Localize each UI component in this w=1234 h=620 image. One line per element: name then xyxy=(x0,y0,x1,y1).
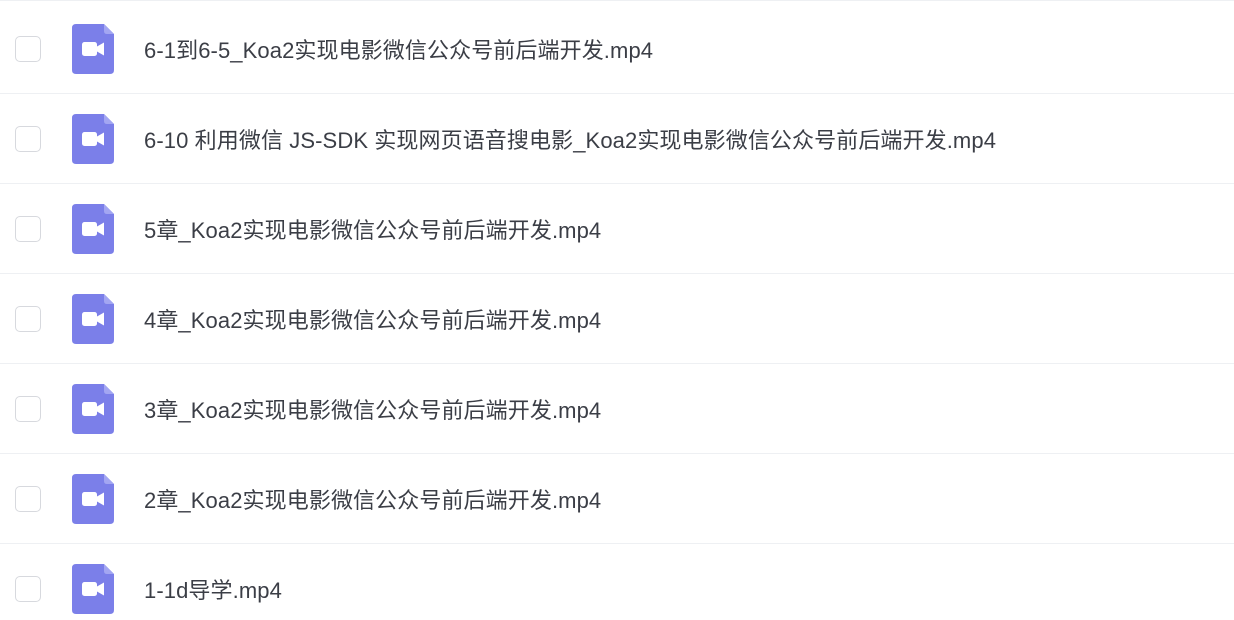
video-file-icon xyxy=(72,473,114,524)
video-file-icon xyxy=(72,203,114,254)
file-row[interactable]: 5章_Koa2实现电影微信公众号前后端开发.mp4 xyxy=(0,184,1234,274)
row-checkbox[interactable] xyxy=(15,305,41,332)
file-name[interactable]: 6-1到6-5_Koa2实现电影微信公众号前后端开发.mp4 xyxy=(144,33,653,65)
file-name[interactable]: 2章_Koa2实现电影微信公众号前后端开发.mp4 xyxy=(144,483,601,515)
row-checkbox[interactable] xyxy=(15,395,41,422)
row-checkbox[interactable] xyxy=(15,125,41,152)
video-file-icon xyxy=(72,113,114,164)
file-row[interactable]: 6-1到6-5_Koa2实现电影微信公众号前后端开发.mp4 xyxy=(0,4,1234,94)
video-file-icon xyxy=(72,293,114,344)
file-name[interactable]: 3章_Koa2实现电影微信公众号前后端开发.mp4 xyxy=(144,393,601,425)
row-checkbox[interactable] xyxy=(15,215,41,242)
video-file-icon xyxy=(72,564,114,614)
file-row[interactable]: 3章_Koa2实现电影微信公众号前后端开发.mp4 xyxy=(0,364,1234,454)
file-name[interactable]: 4章_Koa2实现电影微信公众号前后端开发.mp4 xyxy=(144,303,601,335)
file-list: 6-1到6-5_Koa2实现电影微信公众号前后端开发.mp4 6-10 利用微信… xyxy=(0,0,1234,620)
file-name[interactable]: 6-10 利用微信 JS-SDK 实现网页语音搜电影_Koa2实现电影微信公众号… xyxy=(144,123,996,155)
file-row[interactable]: 2章_Koa2实现电影微信公众号前后端开发.mp4 xyxy=(0,454,1234,544)
video-file-icon xyxy=(72,383,114,434)
row-checkbox[interactable] xyxy=(15,35,41,62)
video-file-icon xyxy=(72,23,114,74)
file-row[interactable]: 1-1d导学.mp4 xyxy=(0,544,1234,620)
file-row[interactable]: 6-10 利用微信 JS-SDK 实现网页语音搜电影_Koa2实现电影微信公众号… xyxy=(0,94,1234,184)
file-row[interactable]: 4章_Koa2实现电影微信公众号前后端开发.mp4 xyxy=(0,274,1234,364)
file-name[interactable]: 5章_Koa2实现电影微信公众号前后端开发.mp4 xyxy=(144,213,601,245)
file-name[interactable]: 1-1d导学.mp4 xyxy=(144,573,282,605)
row-checkbox[interactable] xyxy=(15,485,41,512)
row-checkbox[interactable] xyxy=(15,576,41,602)
